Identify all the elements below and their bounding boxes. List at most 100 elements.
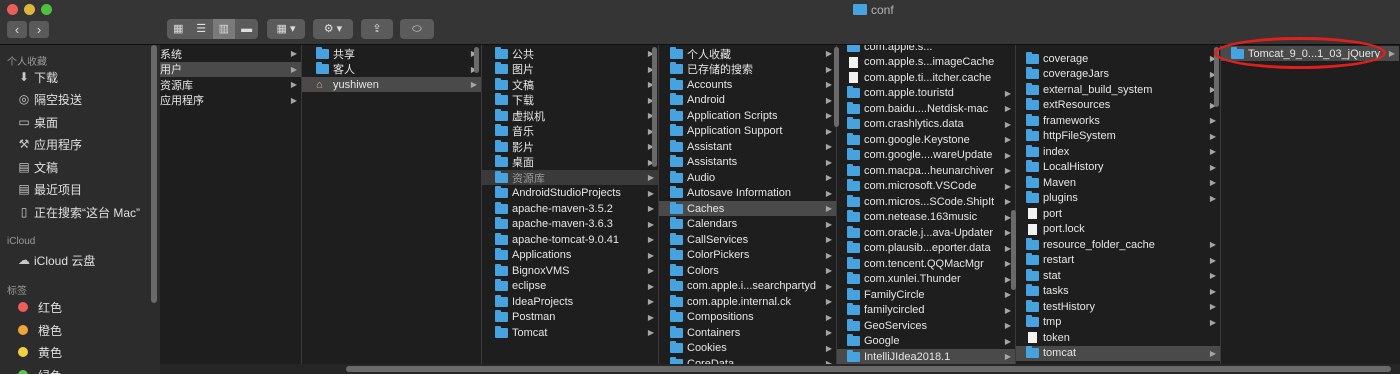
minimize-window-button[interactable] [24, 4, 35, 15]
list-item[interactable]: BignoxVMS ▶ [482, 263, 658, 278]
list-item[interactable]: Audio ▶ [659, 170, 836, 185]
list-item[interactable]: stat ▶ [1016, 268, 1220, 283]
list-item[interactable]: CoreData ▶ [659, 356, 836, 364]
list-item[interactable]: com.macpa...heunarchiver ▶ [837, 163, 1015, 178]
list-item[interactable]: 桌面 ▶ [482, 155, 658, 170]
column-scrollbar[interactable] [652, 47, 657, 167]
list-item[interactable]: apache-maven-3.5.2 ▶ [482, 201, 658, 216]
forward-button[interactable]: › [29, 21, 49, 38]
sidebar-item[interactable]: ⬇ 下载 [16, 67, 58, 87]
list-item[interactable]: tasks ▶ [1016, 284, 1220, 299]
list-item[interactable]: LocalHistory ▶ [1016, 160, 1220, 175]
list-item[interactable]: com.apple.s...imageCache [837, 55, 1015, 70]
list-item[interactable]: Compositions ▶ [659, 310, 836, 325]
list-item[interactable]: 共享▶ [302, 46, 481, 61]
list-item[interactable]: com.microsoft.VSCode ▶ [837, 179, 1015, 194]
icon-view-button[interactable]: ▦ [167, 19, 190, 39]
list-item[interactable]: httpFileSystem ▶ [1016, 129, 1220, 144]
list-item[interactable]: 音乐 ▶ [482, 124, 658, 139]
list-item[interactable]: 应用程序 ▶ [160, 93, 301, 108]
column-scrollbar[interactable] [834, 47, 839, 127]
list-item[interactable]: 用户 ▶ [160, 61, 301, 77]
share-button[interactable]: ⇪ [361, 19, 393, 39]
list-item[interactable]: Caches ▶ [659, 201, 836, 216]
list-item[interactable]: 个人收藏 ▶ [659, 46, 836, 61]
list-item[interactable]: IdeaProjects ▶ [482, 294, 658, 309]
list-item[interactable]: port [1016, 206, 1220, 221]
list-view-button[interactable]: ☰ [190, 19, 213, 39]
list-item[interactable]: 资源库 ▶ [482, 170, 658, 185]
back-button[interactable]: ‹ [7, 21, 27, 38]
action-gear-button[interactable]: ⚙ ▾ [313, 19, 353, 39]
list-item[interactable]: com.google....wareUpdate ▶ [837, 148, 1015, 163]
list-item[interactable]: com.apple.ti...itcher.cache [837, 70, 1015, 85]
sidebar-tag[interactable]: 红色 [16, 297, 62, 317]
list-item[interactable]: testHistory ▶ [1016, 299, 1220, 314]
list-item[interactable]: 系统 ▶ [160, 46, 301, 61]
list-item[interactable]: com.apple.s... [837, 45, 1015, 54]
sidebar-item[interactable]: ▤ 文稿 [16, 157, 58, 177]
list-item[interactable]: Android ▶ [659, 93, 836, 108]
sidebar-tag[interactable]: 绿色 [16, 365, 62, 374]
list-item[interactable]: eclipse ▶ [482, 279, 658, 294]
group-by-button[interactable]: ▦ ▾ [267, 19, 305, 39]
list-item[interactable]: com.tencent.QQMacMgr ▶ [837, 256, 1015, 271]
list-item[interactable]: coverageJars ▶ [1016, 67, 1220, 82]
horizontal-scrollbar[interactable] [346, 366, 1391, 372]
list-item[interactable]: 下载 ▶ [482, 93, 658, 108]
list-item[interactable]: com.plausib...eporter.data ▶ [837, 241, 1015, 256]
list-item[interactable]: Accounts ▶ [659, 77, 836, 92]
list-item[interactable]: coverage ▶ [1016, 51, 1220, 66]
list-item[interactable]: com.google.Keystone ▶ [837, 132, 1015, 147]
list-item[interactable]: Postman ▶ [482, 310, 658, 325]
list-item[interactable]: familycircled ▶ [837, 303, 1015, 318]
list-item[interactable]: extResources ▶ [1016, 98, 1220, 113]
list-item[interactable]: Calendars ▶ [659, 217, 836, 232]
list-item[interactable]: 已存储的搜索 ▶ [659, 62, 836, 77]
list-item[interactable]: com.apple.i...searchpartyd ▶ [659, 279, 836, 294]
column-scrollbar[interactable] [1011, 210, 1016, 290]
list-item[interactable]: frameworks ▶ [1016, 113, 1220, 128]
list-item[interactable]: index ▶ [1016, 144, 1220, 159]
list-item[interactable]: tomcat ▶ [1016, 345, 1220, 361]
list-item[interactable]: com.apple.internal.ck ▶ [659, 294, 836, 309]
list-item[interactable]: external_build_system ▶ [1016, 82, 1220, 97]
list-item[interactable]: Assistant ▶ [659, 139, 836, 154]
list-item[interactable]: port.lock [1016, 222, 1220, 237]
list-item[interactable]: resource_folder_cache ▶ [1016, 237, 1220, 252]
sidebar-item[interactable]: ▯ 正在搜索“这台 Mac” [16, 202, 140, 222]
list-item[interactable]: apache-maven-3.6.3 ▶ [482, 217, 658, 232]
list-item[interactable]: Autosave Information ▶ [659, 186, 836, 201]
list-item[interactable]: 客人▶ [302, 62, 481, 77]
list-item[interactable]: com.apple.touristd ▶ [837, 86, 1015, 101]
list-item[interactable]: Tomcat ▶ [482, 325, 658, 340]
list-item[interactable]: com.xunlei.Thunder ▶ [837, 272, 1015, 287]
tag-button[interactable]: ⬭ [400, 19, 434, 39]
list-item[interactable]: token [1016, 330, 1220, 345]
list-item[interactable]: GeoServices ▶ [837, 318, 1015, 333]
column-view-button[interactable]: ▥ [212, 19, 236, 39]
sidebar-item[interactable]: ⚒ 应用程序 [16, 134, 82, 154]
list-item[interactable]: 资源库 ▶ [160, 77, 301, 92]
list-item[interactable]: 影片 ▶ [482, 139, 658, 154]
list-item[interactable]: Application Support ▶ [659, 124, 836, 139]
list-item[interactable]: Maven ▶ [1016, 175, 1220, 190]
list-item[interactable]: tmp ▶ [1016, 315, 1220, 330]
list-item[interactable]: Assistants ▶ [659, 155, 836, 170]
sidebar-item[interactable]: ☁ iCloud 云盘 [16, 250, 95, 270]
list-item[interactable]: IntelliJIdea2018.1 ▶ [837, 349, 1015, 364]
list-item[interactable]: Applications ▶ [482, 248, 658, 263]
sidebar-item[interactable]: ▭ 桌面 [16, 112, 58, 132]
list-item[interactable]: Google ▶ [837, 334, 1015, 349]
list-item[interactable]: com.micros...SCode.ShipIt ▶ [837, 194, 1015, 209]
list-item[interactable]: restart ▶ [1016, 253, 1220, 268]
sidebar-item[interactable]: ◎ 隔空投送 [16, 89, 82, 109]
list-item[interactable]: Cookies ▶ [659, 341, 836, 356]
sidebar-scrollbar[interactable] [151, 45, 157, 303]
list-item[interactable]: com.crashlytics.data ▶ [837, 117, 1015, 132]
list-item[interactable]: 公共 ▶ [482, 46, 658, 61]
zoom-window-button[interactable] [41, 4, 52, 15]
sidebar-tag[interactable]: 橙色 [16, 320, 62, 340]
list-item[interactable]: 虚拟机 ▶ [482, 108, 658, 123]
list-item[interactable]: ColorPickers ▶ [659, 248, 836, 263]
